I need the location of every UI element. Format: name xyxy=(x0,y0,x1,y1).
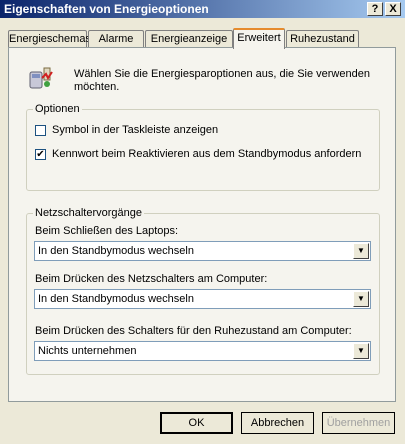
chevron-down-icon[interactable]: ▼ xyxy=(353,291,369,307)
tab-alarme[interactable]: Alarme xyxy=(88,30,144,48)
power-button-action-value: In den Standbymodus wechseln xyxy=(38,293,194,305)
taskbar-icon-checkbox[interactable] xyxy=(35,125,46,136)
chevron-down-icon[interactable]: ▼ xyxy=(353,243,369,259)
tab-ruhezustand[interactable]: Ruhezustand xyxy=(286,30,359,48)
apply-button[interactable]: Übernehmen xyxy=(322,412,395,434)
tab-erweitert[interactable]: Erweitert xyxy=(233,28,285,49)
power-button-label: Beim Drücken des Netzschalters am Comput… xyxy=(35,273,268,285)
password-on-resume-label[interactable]: Kennwort beim Reaktivieren aus dem Stand… xyxy=(52,148,361,160)
window-titlebar[interactable]: Eigenschaften von Energieoptionen xyxy=(0,0,405,18)
help-button[interactable]: ? xyxy=(367,2,383,16)
ok-button[interactable]: OK xyxy=(160,412,233,434)
lid-label: Beim Schließen des Laptops: xyxy=(35,225,179,237)
intro-text: Wählen Sie die Energiesparoptionen aus, … xyxy=(74,68,370,93)
options-legend: Optionen xyxy=(33,103,82,115)
sleep-button-action-value: Nichts unternehmen xyxy=(38,345,137,357)
chevron-down-icon[interactable]: ▼ xyxy=(353,343,369,359)
close-button[interactable]: X xyxy=(385,2,401,16)
power-button-action-select[interactable]: In den Standbymodus wechseln ▼ xyxy=(34,289,371,309)
tab-energieanzeige[interactable]: Energieanzeige xyxy=(145,30,233,48)
lid-action-value: In den Standbymodus wechseln xyxy=(38,245,194,257)
tab-energieschemas[interactable]: Energieschemas xyxy=(8,30,91,48)
cancel-button[interactable]: Abbrechen xyxy=(241,412,314,434)
power-buttons-legend: Netzschaltervorgänge xyxy=(33,207,145,219)
sleep-button-action-select[interactable]: Nichts unternehmen ▼ xyxy=(34,341,371,361)
lid-action-select[interactable]: In den Standbymodus wechseln ▼ xyxy=(34,241,371,261)
sleep-button-label: Beim Drücken des Schalters für den Ruhez… xyxy=(35,325,352,337)
taskbar-icon-label[interactable]: Symbol in der Taskleiste anzeigen xyxy=(52,124,218,136)
window-title: Eigenschaften von Energieoptionen xyxy=(4,2,209,16)
password-on-resume-checkbox[interactable]: ✔ xyxy=(35,149,46,160)
power-options-icon xyxy=(28,64,56,92)
